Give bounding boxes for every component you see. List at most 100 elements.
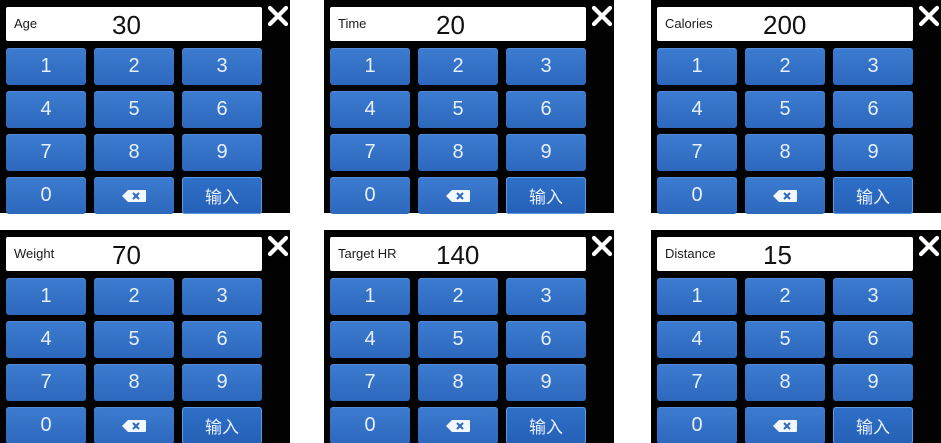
digit-key-1[interactable]: 1 <box>657 48 737 85</box>
digit-key-1[interactable]: 1 <box>330 48 410 85</box>
digit-key-2[interactable]: 2 <box>94 278 174 315</box>
digit-key-4[interactable]: 4 <box>6 91 86 128</box>
backspace-icon <box>446 189 470 202</box>
value-display-field: Target HR 140 <box>330 237 586 271</box>
digit-key-4[interactable]: 4 <box>657 91 737 128</box>
digit-key-2[interactable]: 2 <box>94 48 174 85</box>
keypad: 1 2 3 4 5 6 7 8 9 0 输入 <box>330 48 586 214</box>
digit-key-7[interactable]: 7 <box>6 134 86 171</box>
digit-key-1[interactable]: 1 <box>6 278 86 315</box>
digit-key-3[interactable]: 3 <box>506 278 586 315</box>
enter-button[interactable]: 输入 <box>506 407 586 443</box>
digit-key-3[interactable]: 3 <box>182 48 262 85</box>
digit-key-8[interactable]: 8 <box>745 134 825 171</box>
backspace-button[interactable] <box>418 407 498 443</box>
close-icon[interactable] <box>266 4 290 28</box>
digit-key-2[interactable]: 2 <box>418 48 498 85</box>
digit-key-2[interactable]: 2 <box>418 278 498 315</box>
digit-key-3[interactable]: 3 <box>506 48 586 85</box>
value-display-field: Weight 70 <box>6 237 262 271</box>
digit-key-3[interactable]: 3 <box>182 278 262 315</box>
digit-key-9[interactable]: 9 <box>833 134 913 171</box>
digit-key-2[interactable]: 2 <box>745 278 825 315</box>
digit-key-5[interactable]: 5 <box>418 321 498 358</box>
backspace-button[interactable] <box>745 177 825 214</box>
keypad-panel: Weight 70 1 2 3 4 5 6 7 8 9 0 输入 <box>0 230 290 443</box>
backspace-icon <box>773 419 797 432</box>
field-label: Time <box>338 16 367 31</box>
enter-button[interactable]: 输入 <box>833 177 913 214</box>
field-label: Weight <box>14 246 55 261</box>
digit-key-6[interactable]: 6 <box>182 321 262 358</box>
keypad-panel: Distance 15 1 2 3 4 5 6 7 8 9 0 输入 <box>651 230 941 443</box>
keypad: 1 2 3 4 5 6 7 8 9 0 输入 <box>657 278 913 443</box>
digit-key-8[interactable]: 8 <box>94 134 174 171</box>
digit-key-9[interactable]: 9 <box>506 134 586 171</box>
numeric-keypad-grid: Age 30 1 2 3 4 5 6 7 8 9 0 输入 Time 20 1 2 3 4 5 6 7 8 9 0 输入 Calor… <box>0 0 941 443</box>
backspace-button[interactable] <box>94 177 174 214</box>
digit-key-6[interactable]: 6 <box>506 91 586 128</box>
close-icon[interactable] <box>590 4 614 28</box>
backspace-button[interactable] <box>94 407 174 443</box>
digit-key-2[interactable]: 2 <box>745 48 825 85</box>
keypad-panel: Time 20 1 2 3 4 5 6 7 8 9 0 输入 <box>324 0 614 214</box>
close-icon[interactable] <box>266 234 290 258</box>
digit-key-4[interactable]: 4 <box>330 91 410 128</box>
digit-key-1[interactable]: 1 <box>6 48 86 85</box>
backspace-button[interactable] <box>418 177 498 214</box>
close-icon[interactable] <box>917 4 941 28</box>
digit-key-5[interactable]: 5 <box>745 321 825 358</box>
digit-key-0[interactable]: 0 <box>6 407 86 443</box>
field-label: Age <box>14 16 38 31</box>
close-icon[interactable] <box>917 234 941 258</box>
digit-key-6[interactable]: 6 <box>182 91 262 128</box>
digit-key-0[interactable]: 0 <box>330 177 410 214</box>
digit-key-5[interactable]: 5 <box>418 91 498 128</box>
enter-button[interactable]: 输入 <box>506 177 586 214</box>
close-icon[interactable] <box>590 234 614 258</box>
digit-key-0[interactable]: 0 <box>6 177 86 214</box>
digit-key-6[interactable]: 6 <box>833 91 913 128</box>
digit-key-9[interactable]: 9 <box>833 364 913 401</box>
digit-key-0[interactable]: 0 <box>657 177 737 214</box>
digit-key-8[interactable]: 8 <box>418 134 498 171</box>
field-label: Target HR <box>338 246 397 261</box>
digit-key-4[interactable]: 4 <box>330 321 410 358</box>
keypad: 1 2 3 4 5 6 7 8 9 0 输入 <box>657 48 913 214</box>
digit-key-7[interactable]: 7 <box>657 364 737 401</box>
field-value: 70 <box>112 240 141 270</box>
digit-key-0[interactable]: 0 <box>330 407 410 443</box>
digit-key-0[interactable]: 0 <box>657 407 737 443</box>
digit-key-8[interactable]: 8 <box>745 364 825 401</box>
digit-key-9[interactable]: 9 <box>182 134 262 171</box>
enter-button[interactable]: 输入 <box>182 407 262 443</box>
value-display-field: Distance 15 <box>657 237 913 271</box>
digit-key-8[interactable]: 8 <box>418 364 498 401</box>
digit-key-4[interactable]: 4 <box>6 321 86 358</box>
digit-key-5[interactable]: 5 <box>94 91 174 128</box>
digit-key-3[interactable]: 3 <box>833 278 913 315</box>
enter-button[interactable]: 输入 <box>182 177 262 214</box>
value-display-field: Time 20 <box>330 7 586 41</box>
digit-key-7[interactable]: 7 <box>6 364 86 401</box>
field-value: 20 <box>436 10 465 40</box>
digit-key-6[interactable]: 6 <box>833 321 913 358</box>
keypad: 1 2 3 4 5 6 7 8 9 0 输入 <box>6 278 262 443</box>
digit-key-1[interactable]: 1 <box>330 278 410 315</box>
digit-key-8[interactable]: 8 <box>94 364 174 401</box>
digit-key-7[interactable]: 7 <box>330 134 410 171</box>
backspace-button[interactable] <box>745 407 825 443</box>
digit-key-4[interactable]: 4 <box>657 321 737 358</box>
digit-key-9[interactable]: 9 <box>182 364 262 401</box>
enter-button[interactable]: 输入 <box>833 407 913 443</box>
digit-key-3[interactable]: 3 <box>833 48 913 85</box>
digit-key-7[interactable]: 7 <box>657 134 737 171</box>
keypad: 1 2 3 4 5 6 7 8 9 0 输入 <box>6 48 262 214</box>
digit-key-5[interactable]: 5 <box>745 91 825 128</box>
keypad-panel: Calories 200 1 2 3 4 5 6 7 8 9 0 输入 <box>651 0 941 214</box>
digit-key-6[interactable]: 6 <box>506 321 586 358</box>
digit-key-7[interactable]: 7 <box>330 364 410 401</box>
digit-key-9[interactable]: 9 <box>506 364 586 401</box>
digit-key-5[interactable]: 5 <box>94 321 174 358</box>
digit-key-1[interactable]: 1 <box>657 278 737 315</box>
